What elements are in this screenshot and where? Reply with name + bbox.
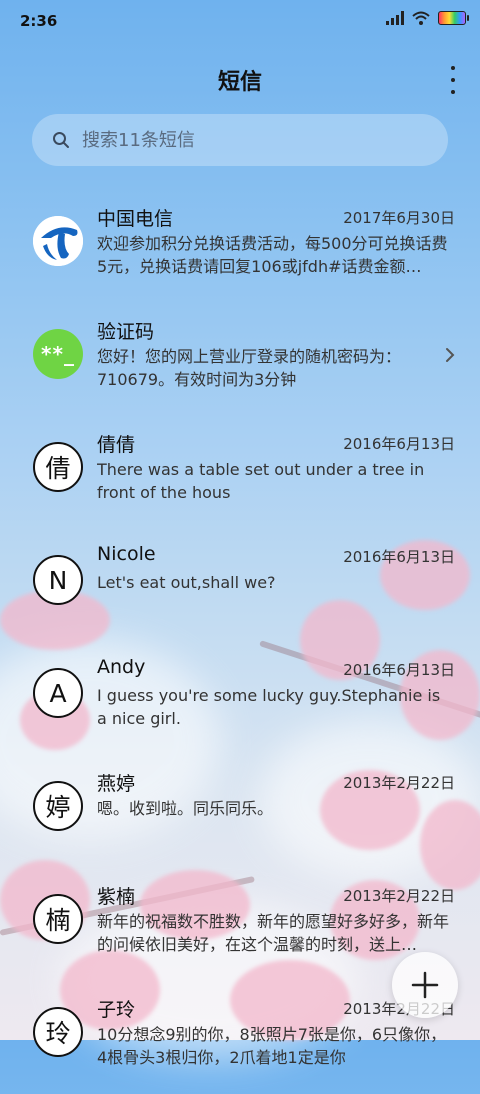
status-bar: 2:36 xyxy=(0,0,480,40)
message-date: 2016年6月13日 xyxy=(343,548,455,566)
message-snippet: I guess you're some lucky guy.Stephanie … xyxy=(97,686,441,728)
contact-name: 验证码 xyxy=(97,321,155,343)
search-input[interactable] xyxy=(80,128,424,152)
contact-name: 子玲 xyxy=(97,999,136,1021)
contact-name: 中国电信 xyxy=(97,208,174,230)
contact-avatar: 玲 xyxy=(33,1007,83,1057)
message-snippet: There was a table set out under a tree i… xyxy=(97,460,425,502)
conversation-item[interactable]: A Andy 2016年6月13日 I guess you're some lu… xyxy=(0,642,480,755)
contact-name: Nicole xyxy=(97,543,156,565)
search-bar[interactable] xyxy=(32,114,448,166)
message-snippet: Let's eat out,shall we? xyxy=(97,573,276,592)
contact-avatar: 倩 xyxy=(33,442,83,492)
message-snippet: 10分想念9别的你，8张照片7张是你，6只像你，4根骨头3根归你，2爪着地1定是… xyxy=(97,1025,447,1067)
app-header: 短信 xyxy=(0,60,480,100)
search-icon xyxy=(53,132,69,148)
contact-avatar: 楠 xyxy=(33,894,83,944)
signal-icon xyxy=(386,11,404,25)
verification-code-avatar: **_ xyxy=(33,329,83,379)
new-message-button[interactable] xyxy=(392,952,458,1018)
message-date: 2013年2月22日 xyxy=(343,774,455,792)
more-options-button[interactable] xyxy=(446,66,460,94)
contact-avatar: A xyxy=(33,668,83,718)
message-snippet: 新年的祝福数不胜数，新年的愿望好多好多，新年的问候依旧美好，在这个温馨的时刻，送… xyxy=(97,912,450,954)
conversation-item[interactable]: N Nicole 2016年6月13日 Let's eat out,shall … xyxy=(0,529,480,642)
message-date: 2017年6月30日 xyxy=(343,209,455,227)
conversation-item[interactable]: **_ 验证码 您好！您的网上营业厅登录的随机密码为：710679。有效时间为3… xyxy=(0,303,480,416)
contact-name: 紫楠 xyxy=(97,886,136,908)
message-date: 2016年6月13日 xyxy=(343,435,455,453)
conversation-item[interactable]: 倩 倩倩 2016年6月13日 There was a table set ou… xyxy=(0,416,480,529)
contact-name: 燕婷 xyxy=(97,773,136,795)
conversation-item[interactable]: 中国电信 2017年6月30日 欢迎参加积分兑换话费活动，每500分可兑换话费5… xyxy=(0,190,480,303)
conversation-item[interactable]: 婷 燕婷 2013年2月22日 嗯。收到啦。同乐同乐。 xyxy=(0,755,480,868)
contact-name: 倩倩 xyxy=(97,434,136,456)
more-vertical-icon xyxy=(451,66,455,70)
page-title: 短信 xyxy=(217,70,262,95)
status-time: 2:36 xyxy=(20,12,58,30)
message-snippet: 欢迎参加积分兑换话费活动，每500分可兑换话费5元，兑换话费请回复106或jfd… xyxy=(97,234,448,276)
message-date: 2016年6月13日 xyxy=(343,661,455,679)
plus-icon xyxy=(411,971,439,999)
message-date: 2013年2月22日 xyxy=(343,887,455,905)
message-snippet: 嗯。收到啦。同乐同乐。 xyxy=(97,799,274,818)
contact-name: Andy xyxy=(97,656,146,678)
message-snippet: 您好！您的网上营业厅登录的随机密码为：710679。有效时间为3分钟 xyxy=(97,347,402,389)
contact-avatar: N xyxy=(33,555,83,605)
china-telecom-logo-icon xyxy=(33,216,83,266)
wifi-icon xyxy=(412,11,430,25)
status-icons xyxy=(386,11,469,25)
contact-avatar: 婷 xyxy=(33,781,83,831)
battery-icon xyxy=(438,11,469,25)
